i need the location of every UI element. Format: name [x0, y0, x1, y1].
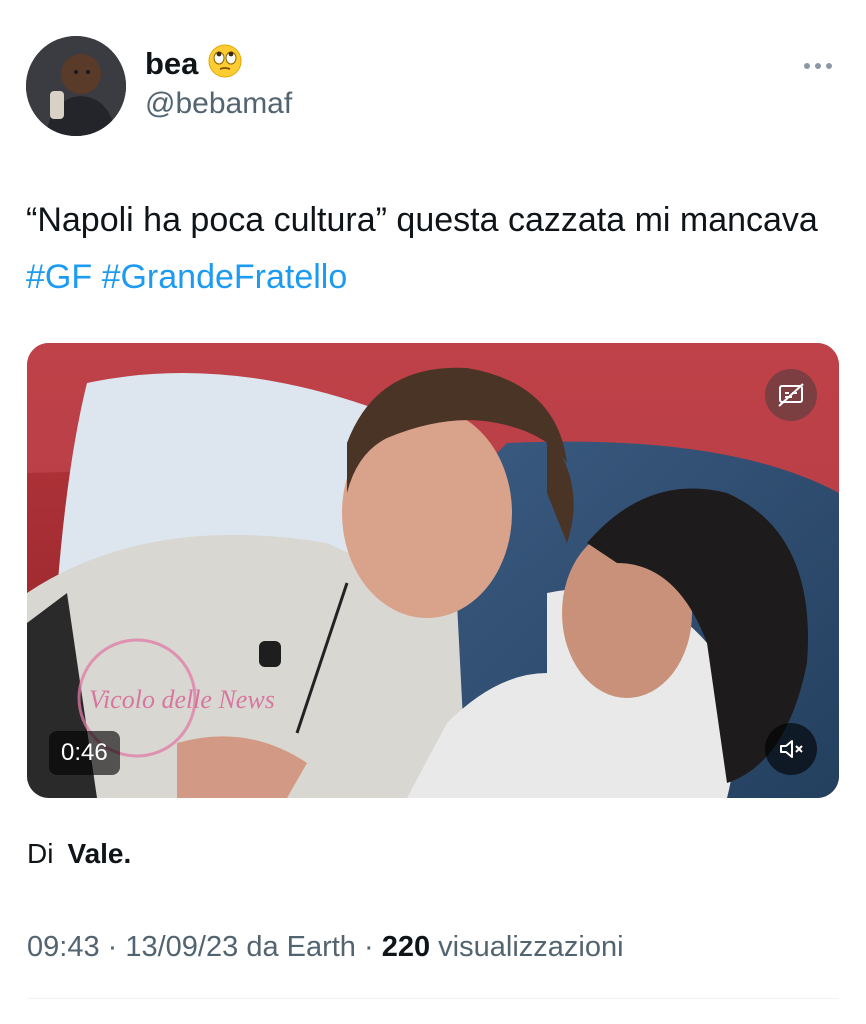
avatar[interactable]: [26, 36, 126, 136]
display-name[interactable]: bea: [145, 46, 198, 82]
watermark-text: Vicolo delle News: [89, 685, 275, 714]
tweet-time[interactable]: 09:43: [27, 931, 100, 963]
divider: [27, 998, 839, 999]
rolling-eyes-emoji-icon: [208, 44, 242, 83]
credit-prefix: Di: [27, 838, 54, 869]
video-frame: Vicolo delle News: [27, 343, 839, 798]
closed-captions-off-icon[interactable]: [765, 369, 817, 421]
volume-muted-icon[interactable]: [765, 723, 817, 775]
hashtag-gf[interactable]: #GF: [26, 258, 92, 296]
tweet-meta: 09:43 · 13/09/23 da Earth · 220 visualiz…: [27, 931, 624, 963]
tweet-date[interactable]: 13/09/23: [125, 931, 238, 963]
video-player[interactable]: Vicolo delle News 0:46: [27, 343, 839, 798]
views-label: visualizzazioni: [430, 931, 624, 963]
user-handle[interactable]: @bebamaf: [145, 87, 292, 121]
tweet-source: da Earth: [246, 931, 356, 963]
credit-author: Vale.: [67, 838, 132, 869]
hashtag-grandefratello[interactable]: #GrandeFratello: [102, 258, 348, 296]
more-options-icon[interactable]: [802, 56, 834, 76]
video-duration: 0:46: [49, 731, 120, 775]
tweet-text: “Napoli ha poca cultura” questa cazzata …: [26, 192, 836, 306]
display-name-row: bea: [145, 44, 242, 83]
views-count: 220: [381, 931, 431, 963]
tweet-text-body: “Napoli ha poca cultura” questa cazzata …: [26, 201, 818, 239]
credit-line: Di Vale.: [27, 838, 131, 870]
